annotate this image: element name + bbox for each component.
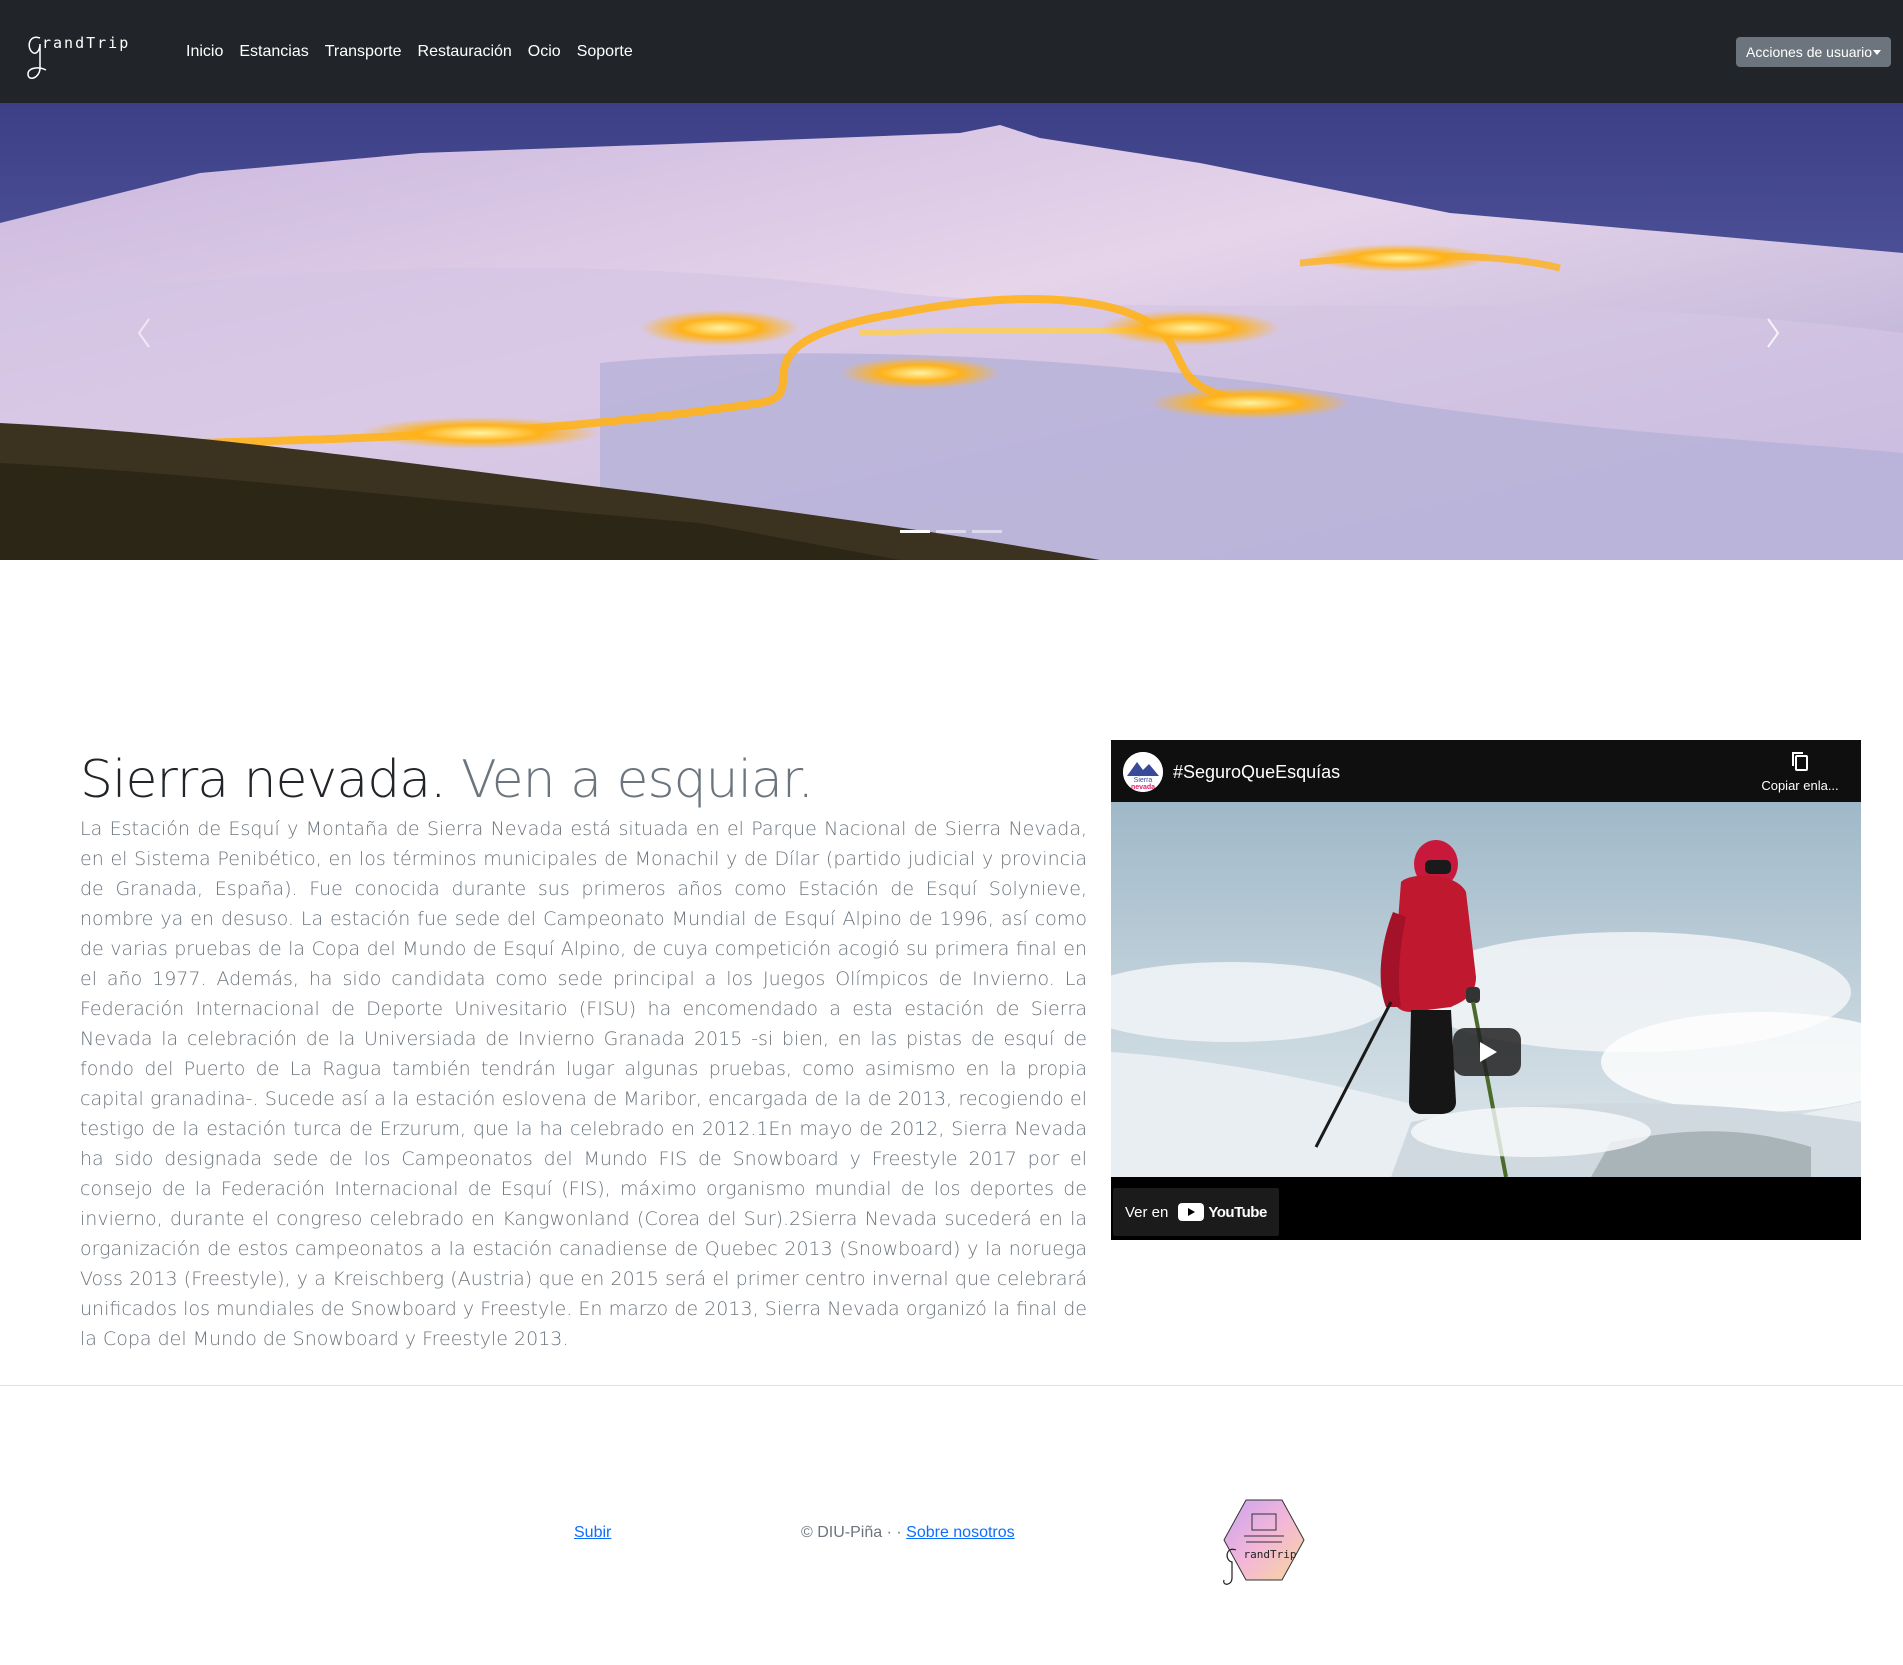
channel-logo-line2: nevada [1131,784,1155,791]
youtube-embed[interactable]: Sierra nevada #SeguroQueEsquías Copiar e… [1111,740,1861,1240]
carousel-indicator-1[interactable] [900,530,930,533]
youtube-logo-text: YouTube [1208,1203,1267,1221]
about-us-link[interactable]: Sobre nosotros [906,1524,1015,1541]
chevron-left-icon [137,318,150,348]
carousel-slide-image [0,103,1903,560]
caret-down-icon [1873,50,1881,55]
watch-on-label: Ver en [1125,1203,1169,1221]
main-nav: Inicio Estancias Transporte Restauración… [186,40,641,64]
carousel-prev-button[interactable] [113,283,173,383]
carousel-next-button[interactable] [1744,283,1804,383]
sierra-nevada-logo-icon: Sierra nevada [1123,752,1163,792]
play-button[interactable] [1453,1028,1521,1076]
user-actions-label: Acciones de usuario [1746,44,1873,60]
nav-restauracion[interactable]: Restauración [410,40,520,64]
brand-logo[interactable]: randTrip [24,28,144,86]
carousel-indicators [900,530,1002,533]
nav-soporte[interactable]: Soporte [569,40,641,64]
carousel-indicator-3[interactable] [972,530,1002,533]
carousel-indicator-2[interactable] [936,530,966,533]
page-body-text: La Estación de Esquí y Montaña de Sierra… [80,818,1087,1350]
copy-link-label: Copiar enla... [1761,778,1839,793]
video-title[interactable]: #SeguroQueEsquías [1173,762,1340,783]
youtube-play-box-icon [1178,1203,1205,1221]
watch-on-youtube-button[interactable]: Ver en YouTube [1113,1188,1279,1236]
copyright-text: © DIU-Piña · · [801,1524,902,1541]
nav-inicio[interactable]: Inicio [186,40,231,64]
video-thumbnail[interactable] [1111,802,1861,1177]
page-title-muted: Ven a esquiar. [461,750,814,810]
page-title-main: Sierra nevada. [80,750,447,810]
page-title: Sierra nevada. Ven a esquiar. [80,750,814,810]
nav-estancias[interactable]: Estancias [231,40,316,64]
back-to-top-link[interactable]: Subir [574,1524,611,1542]
nav-ocio[interactable]: Ocio [520,40,569,64]
channel-avatar[interactable]: Sierra nevada [1123,752,1163,792]
badge-logo-text: randTrip [1244,1548,1297,1561]
footer-logo: randTrip [1216,1496,1312,1588]
footer-copyright: © DIU-Piña · · Sobre nosotros [801,1524,1015,1542]
youtube-logo-icon: YouTube [1178,1203,1267,1221]
hero-carousel [0,103,1903,560]
copy-link-button[interactable]: Copiar enla... [1755,750,1845,793]
copy-icon [1792,752,1808,771]
channel-logo-line1: Sierra [1134,777,1153,784]
nav-transporte[interactable]: Transporte [317,40,410,64]
user-actions-dropdown[interactable]: Acciones de usuario [1736,37,1891,67]
video-header: Sierra nevada #SeguroQueEsquías Copiar e… [1111,740,1861,802]
navbar: randTrip Inicio Estancias Transporte Res… [0,0,1903,103]
brand-name: randTrip [42,34,131,52]
video-thumbnail-image [1111,802,1861,1177]
grandtrip-badge-icon: randTrip [1223,1499,1305,1585]
chevron-right-icon [1767,318,1780,348]
footer-divider [0,1385,1903,1386]
